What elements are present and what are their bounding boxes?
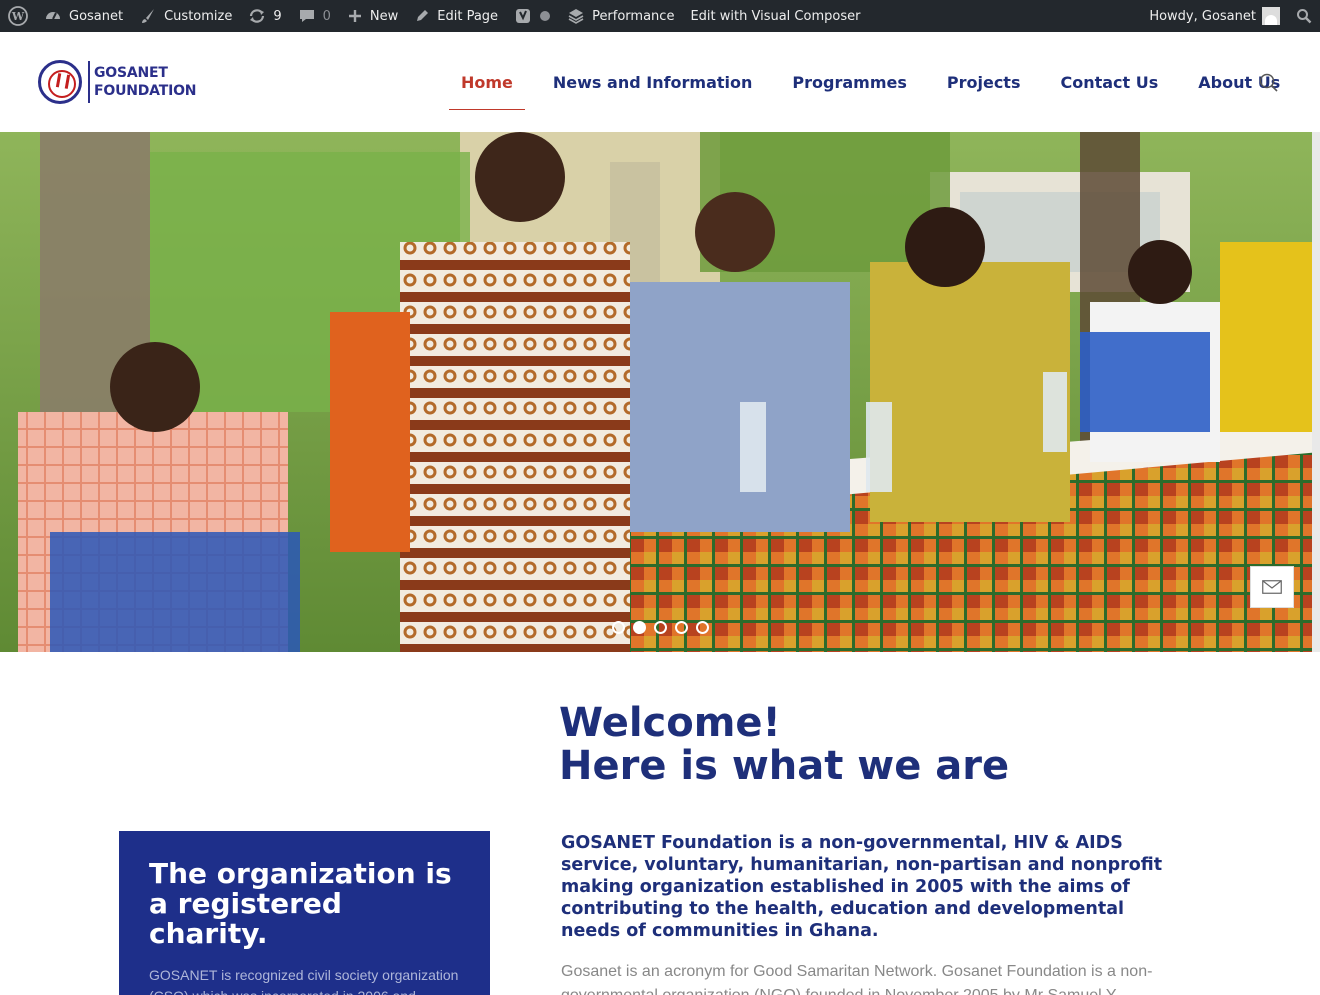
site-header: GOSANET FOUNDATION Home News and Informa… xyxy=(0,32,1320,132)
intro-body: Gosanet is an acronym for Good Samaritan… xyxy=(561,963,1153,995)
customize-link[interactable]: Customize xyxy=(131,0,240,32)
new-content-link[interactable]: New xyxy=(339,0,406,32)
updates-count: 9 xyxy=(273,8,282,24)
comments-count: 0 xyxy=(322,8,331,24)
slider-dot-active[interactable] xyxy=(633,621,646,634)
slider-dot[interactable] xyxy=(654,621,667,634)
nav-item-contact[interactable]: Contact Us xyxy=(1060,65,1158,100)
contact-mail-button[interactable] xyxy=(1250,566,1294,608)
howdy-label: Howdy, Gosanet xyxy=(1149,8,1256,24)
seo-menu[interactable] xyxy=(506,0,559,32)
slider-pagination xyxy=(612,621,709,634)
wordpress-icon: W xyxy=(8,6,28,26)
nav-item-home[interactable]: Home xyxy=(449,65,525,110)
slider-dot[interactable] xyxy=(696,621,709,634)
welcome-line2: Here is what we are xyxy=(559,743,1010,789)
wordpress-logo-button[interactable]: W xyxy=(0,0,36,32)
nav-item-news[interactable]: News and Information xyxy=(553,65,753,100)
avatar xyxy=(1262,7,1280,25)
site-name-link[interactable]: Gosanet xyxy=(36,0,131,32)
slider-dot[interactable] xyxy=(612,621,625,634)
visual-composer-label: Edit with Visual Composer xyxy=(690,8,861,24)
status-dot-icon xyxy=(540,11,551,21)
logo-divider xyxy=(88,61,90,103)
admin-search-button[interactable] xyxy=(1288,0,1320,32)
envelope-icon xyxy=(1262,580,1282,594)
dashboard-icon xyxy=(46,12,60,20)
updates-icon xyxy=(250,9,265,23)
charity-card: The organization is a registered charity… xyxy=(119,831,490,995)
site-name-label: Gosanet xyxy=(69,8,124,24)
main-nav: Home News and Information Programmes Pro… xyxy=(440,32,1300,132)
comments-link[interactable]: 0 xyxy=(290,0,339,32)
performance-link[interactable]: Performance xyxy=(559,0,682,32)
updates-link[interactable]: 9 xyxy=(240,0,289,32)
edit-page-label: Edit Page xyxy=(437,8,499,24)
logo-seal-icon xyxy=(38,60,82,104)
performance-icon xyxy=(568,9,584,24)
site-logo[interactable]: GOSANET FOUNDATION xyxy=(38,60,196,104)
logo-line2: FOUNDATION xyxy=(94,83,197,99)
new-label: New xyxy=(369,8,399,24)
comment-icon xyxy=(299,10,314,22)
account-menu[interactable]: Howdy, Gosanet xyxy=(1141,0,1288,32)
nav-item-projects[interactable]: Projects xyxy=(947,65,1021,100)
plus-icon xyxy=(348,10,361,22)
welcome-line1: Welcome! xyxy=(559,700,781,746)
search-icon xyxy=(1297,9,1312,24)
yoast-icon xyxy=(516,9,531,23)
slider-dot[interactable] xyxy=(675,621,688,634)
brush-icon xyxy=(142,9,155,23)
wp-admin-bar: W Gosanet Customize 9 0 New Edit Page Pe… xyxy=(0,0,1320,32)
welcome-heading: Welcome! Here is what we are xyxy=(559,702,1009,788)
nav-item-programmes[interactable]: Programmes xyxy=(792,65,906,100)
hero-slider[interactable] xyxy=(0,132,1320,652)
site-search-button[interactable] xyxy=(1258,72,1280,94)
charity-card-text: GOSANET is recognized civil society orga… xyxy=(149,967,459,995)
edit-page-link[interactable]: Edit Page xyxy=(406,0,506,32)
search-icon xyxy=(1259,73,1278,92)
performance-label: Performance xyxy=(592,8,675,24)
hero-photo xyxy=(0,132,1320,652)
svg-text:W: W xyxy=(11,10,25,23)
hero-edge xyxy=(1312,132,1320,652)
pencil-icon xyxy=(417,10,429,21)
charity-card-title: The organization is a registered charity… xyxy=(149,857,452,950)
customize-label: Customize xyxy=(164,8,233,24)
intro-lead: GOSANET Foundation is a non-governmental… xyxy=(561,833,1163,941)
logo-line1: GOSANET xyxy=(94,65,168,81)
visual-composer-link[interactable]: Edit with Visual Composer xyxy=(682,0,868,32)
